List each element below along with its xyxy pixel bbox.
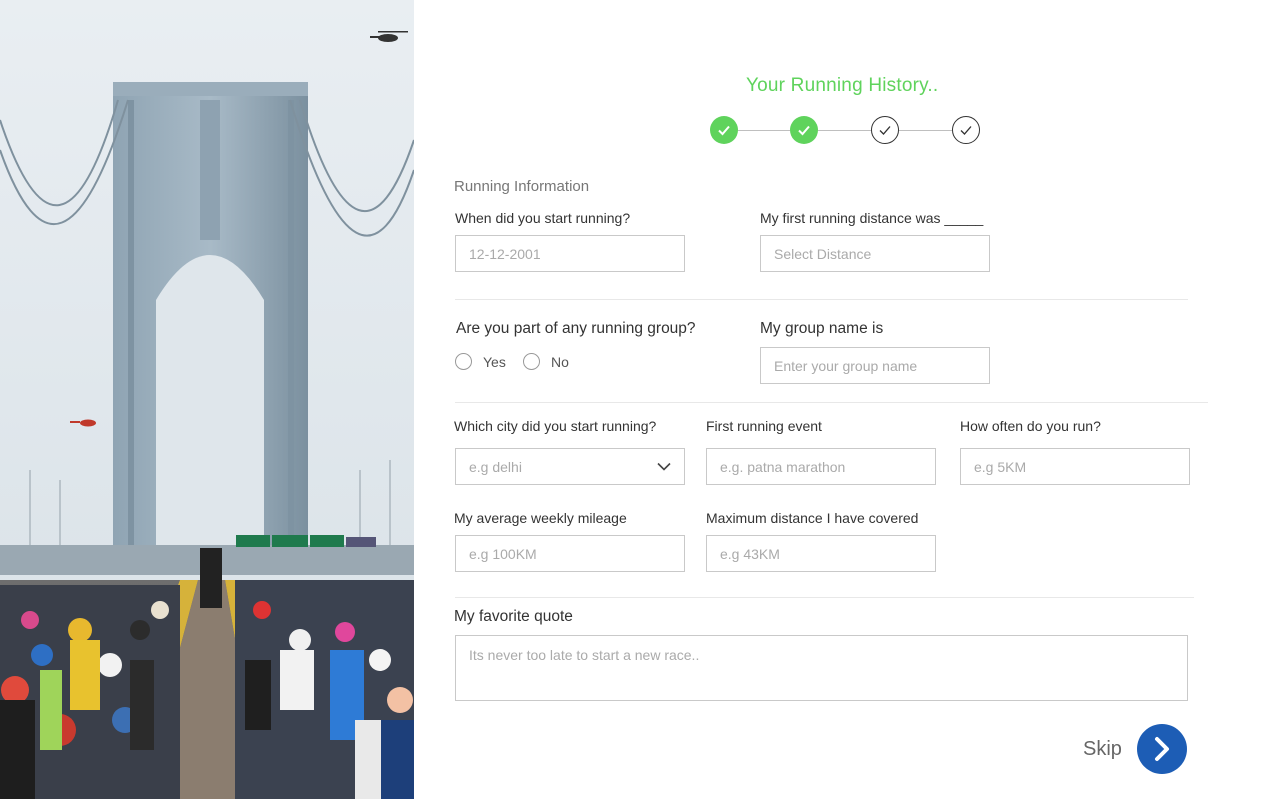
max-distance-label: Maximum distance I have covered — [706, 510, 919, 526]
frequency-placeholder: e.g 5KM — [974, 458, 1027, 475]
progress-stepper — [710, 116, 984, 146]
radio-no-label: No — [551, 353, 569, 370]
section-title: Running Information — [454, 178, 590, 195]
first-distance-label: My first running distance was _____ — [760, 210, 984, 226]
radio-circle[interactable] — [455, 353, 472, 370]
check-icon — [718, 125, 730, 136]
max-distance-placeholder: e.g 43KM — [720, 545, 780, 562]
step-3-pending[interactable] — [871, 116, 899, 144]
first-distance-select[interactable]: Select Distance — [760, 235, 990, 272]
weekly-mileage-placeholder: e.g 100KM — [469, 545, 537, 562]
city-placeholder: e.g delhi — [469, 458, 522, 475]
city-select[interactable]: e.g delhi — [455, 448, 685, 485]
step-2-complete[interactable] — [790, 116, 818, 144]
hero-photo — [0, 0, 414, 799]
quote-placeholder: Its never too late to start a new race.. — [469, 647, 700, 663]
stepper-connector — [738, 130, 790, 131]
radio-circle[interactable] — [523, 353, 540, 370]
chevron-right-icon — [1155, 737, 1169, 761]
weekly-mileage-input[interactable]: e.g 100KM — [455, 535, 685, 572]
quote-textarea[interactable]: Its never too late to start a new race.. — [455, 635, 1188, 701]
divider — [455, 299, 1188, 300]
radio-yes-label: Yes — [483, 353, 506, 370]
first-event-label: First running event — [706, 418, 822, 434]
group-question-label: Are you part of any running group? — [456, 320, 696, 337]
step-4-pending[interactable] — [952, 116, 980, 144]
group-name-placeholder: Enter your group name — [774, 357, 918, 374]
check-icon — [879, 126, 891, 135]
city-label: Which city did you start running? — [454, 418, 657, 434]
quote-label: My favorite quote — [454, 608, 573, 625]
radio-no[interactable]: No — [523, 353, 569, 370]
group-name-label: My group name is — [760, 320, 884, 337]
first-distance-placeholder: Select Distance — [774, 245, 872, 262]
start-date-input[interactable]: 12-12-2001 — [455, 235, 685, 272]
first-event-placeholder: e.g. patna marathon — [720, 458, 846, 475]
next-button[interactable] — [1137, 724, 1187, 774]
check-icon — [960, 126, 972, 135]
divider — [455, 597, 1194, 598]
chevron-down-icon — [657, 462, 671, 471]
check-icon — [798, 125, 810, 136]
group-name-input[interactable]: Enter your group name — [760, 347, 990, 384]
divider — [455, 402, 1208, 403]
bridge-marathon-illustration — [0, 0, 414, 799]
start-date-label: When did you start running? — [455, 210, 631, 226]
first-event-input[interactable]: e.g. patna marathon — [706, 448, 936, 485]
radio-yes[interactable]: Yes — [455, 353, 506, 370]
step-1-complete[interactable] — [710, 116, 738, 144]
skip-button[interactable]: Skip — [1083, 738, 1122, 761]
weekly-mileage-label: My average weekly mileage — [454, 510, 627, 526]
start-date-placeholder: 12-12-2001 — [469, 245, 541, 262]
stepper-connector — [899, 130, 952, 131]
stepper-connector — [818, 130, 871, 131]
frequency-input[interactable]: e.g 5KM — [960, 448, 1190, 485]
page-title: Your Running History.. — [746, 75, 939, 96]
max-distance-input[interactable]: e.g 43KM — [706, 535, 936, 572]
frequency-label: How often do you run? — [960, 418, 1101, 434]
